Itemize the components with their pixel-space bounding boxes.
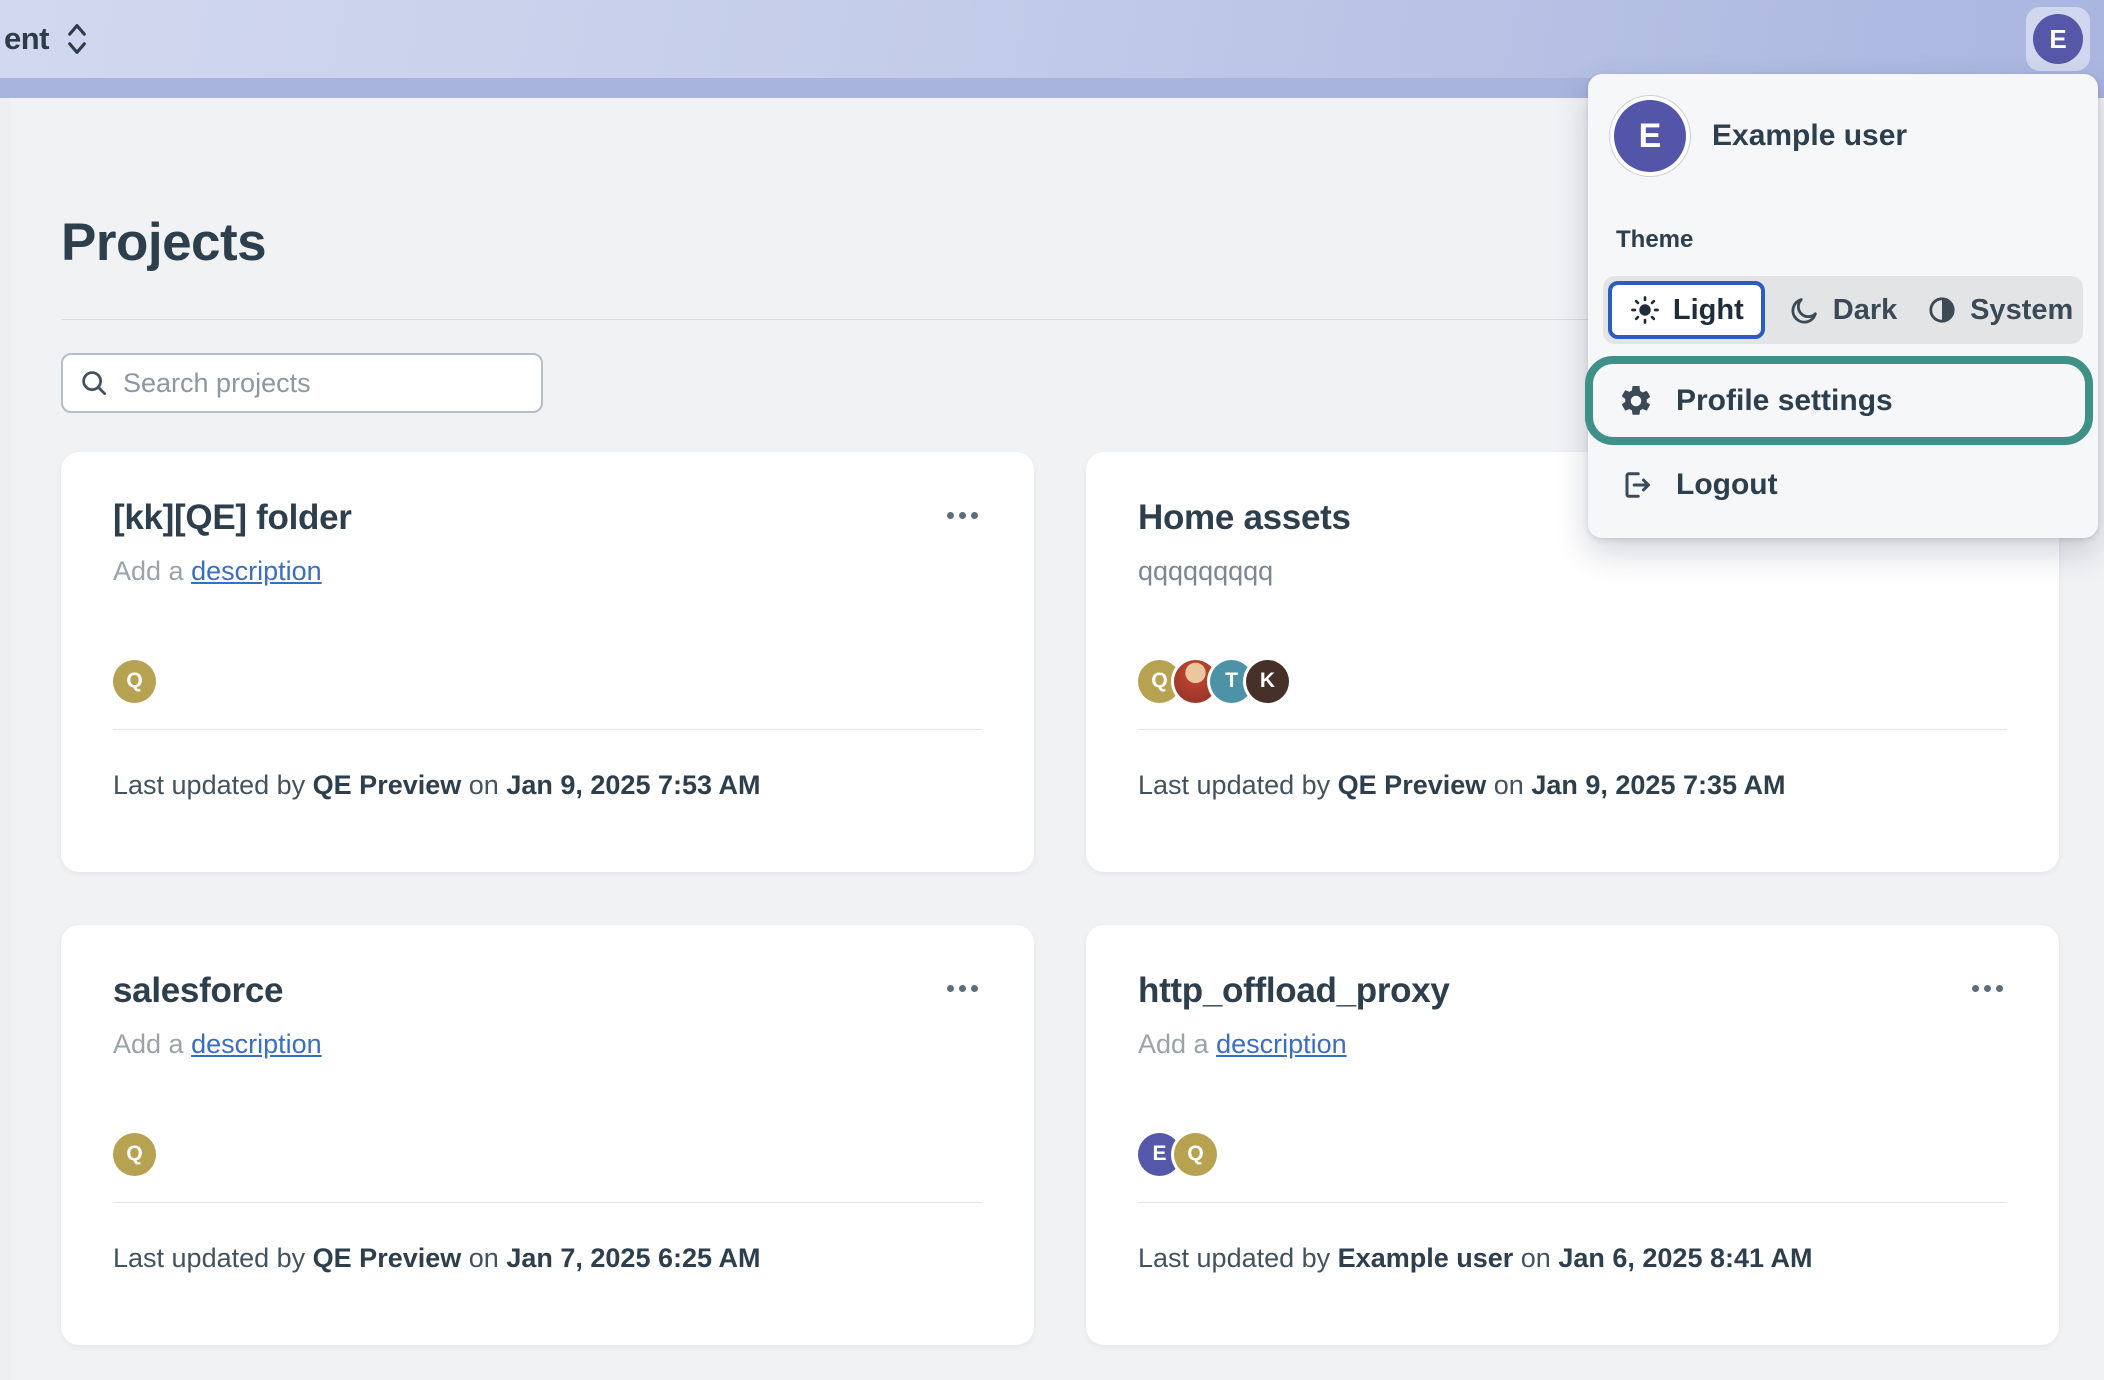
project-title[interactable]: Home assets — [1138, 498, 1351, 538]
contrast-icon — [1926, 294, 1958, 326]
workspace-switcher-label: ent — [4, 21, 49, 57]
card-divider — [113, 1202, 982, 1203]
search-icon — [79, 368, 109, 398]
project-card[interactable]: salesforce Add a description Q Last upda… — [61, 925, 1034, 1345]
add-description-link[interactable]: description — [1216, 1029, 1347, 1059]
more-menu-button[interactable] — [943, 971, 982, 1006]
last-updated-text: Last updated by QE Preview on Jan 9, 202… — [113, 770, 982, 801]
menu-item-label: Logout — [1676, 468, 1778, 502]
profile-settings-menu-item[interactable]: Profile settings — [1588, 368, 2098, 434]
project-description: Add a description — [113, 1029, 982, 1060]
description-prefix: Add a — [113, 556, 184, 586]
description-prefix: Add a — [1138, 1029, 1209, 1059]
member-avatars: E Q — [1138, 1132, 2007, 1176]
avatar: E — [2033, 14, 2083, 64]
updated-by-user: Example user — [1338, 1243, 1514, 1273]
updated-by-user: QE Preview — [1338, 770, 1487, 800]
theme-option-dark[interactable]: Dark — [1765, 281, 1922, 339]
theme-section-label: Theme — [1616, 226, 2070, 254]
updated-datetime: Jan 6, 2025 8:41 AM — [1558, 1243, 1812, 1273]
project-description: Add a description — [1138, 1029, 2007, 1060]
member-avatars: Q T K — [1138, 659, 2007, 703]
last-updated-text: Last updated by Example user on Jan 6, 2… — [1138, 1243, 2007, 1274]
last-updated-text: Last updated by QE Preview on Jan 9, 202… — [1138, 770, 2007, 801]
workspace-switcher[interactable]: ent — [4, 21, 90, 57]
projects-grid: [kk][QE] folder Add a description Q Last… — [61, 452, 2059, 1345]
project-card[interactable]: [kk][QE] folder Add a description Q Last… — [61, 452, 1034, 872]
add-description-link[interactable]: description — [191, 556, 322, 586]
user-dropdown-menu: E Example user Theme Light Da — [1588, 74, 2098, 538]
add-description-link[interactable]: description — [191, 1029, 322, 1059]
theme-option-light[interactable]: Light — [1608, 281, 1765, 339]
avatar: Q — [1174, 1133, 1217, 1176]
card-divider — [113, 729, 982, 730]
gear-icon — [1618, 383, 1654, 419]
updated-datetime: Jan 7, 2025 6:25 AM — [506, 1243, 760, 1273]
updated-datetime: Jan 9, 2025 7:35 AM — [1531, 770, 1785, 800]
description-text: qqqqqqqqq — [1138, 556, 1273, 586]
description-prefix: Add a — [113, 1029, 184, 1059]
card-divider — [1138, 729, 2007, 730]
more-menu-button[interactable] — [1968, 971, 2007, 1006]
search-input[interactable] — [123, 368, 525, 399]
page-title: Projects — [61, 212, 266, 273]
sidebar-edge — [0, 98, 10, 1380]
logout-menu-item[interactable]: Logout — [1588, 452, 2098, 518]
top-bar: ent E — [0, 0, 2104, 78]
project-description: qqqqqqqqq — [1138, 556, 2007, 587]
avatar: Q — [113, 660, 156, 703]
more-menu-button[interactable] — [943, 498, 982, 533]
search-box[interactable] — [61, 353, 543, 413]
sun-icon — [1629, 294, 1661, 326]
avatar: E — [1614, 100, 1686, 172]
updated-datetime: Jan 9, 2025 7:53 AM — [506, 770, 760, 800]
project-description: Add a description — [113, 556, 982, 587]
user-name: Example user — [1712, 119, 1907, 153]
theme-option-label: Light — [1673, 294, 1744, 327]
user-info-row: E Example user — [1588, 96, 2098, 176]
user-avatar-button[interactable]: E — [2026, 7, 2090, 71]
member-avatars: Q — [113, 1132, 982, 1176]
member-avatars: Q — [113, 659, 982, 703]
chevron-up-down-icon — [64, 22, 90, 56]
theme-segmented-control: Light Dark System — [1603, 276, 2083, 344]
updated-by-user: QE Preview — [313, 1243, 462, 1273]
theme-option-system[interactable]: System — [1921, 281, 2078, 339]
theme-option-label: System — [1970, 294, 2073, 327]
project-title[interactable]: [kk][QE] folder — [113, 498, 352, 538]
updated-by-user: QE Preview — [313, 770, 462, 800]
logout-icon — [1618, 467, 1654, 503]
card-divider — [1138, 1202, 2007, 1203]
moon-icon — [1789, 294, 1821, 326]
menu-items: Profile settings Logout — [1588, 368, 2098, 518]
avatar: K — [1246, 660, 1289, 703]
project-title[interactable]: http_offload_proxy — [1138, 971, 1450, 1011]
avatar: Q — [113, 1133, 156, 1176]
menu-item-label: Profile settings — [1676, 384, 1893, 418]
project-title[interactable]: salesforce — [113, 971, 283, 1011]
theme-option-label: Dark — [1833, 294, 1898, 327]
last-updated-text: Last updated by QE Preview on Jan 7, 202… — [113, 1243, 982, 1274]
project-card[interactable]: http_offload_proxy Add a description E Q… — [1086, 925, 2059, 1345]
